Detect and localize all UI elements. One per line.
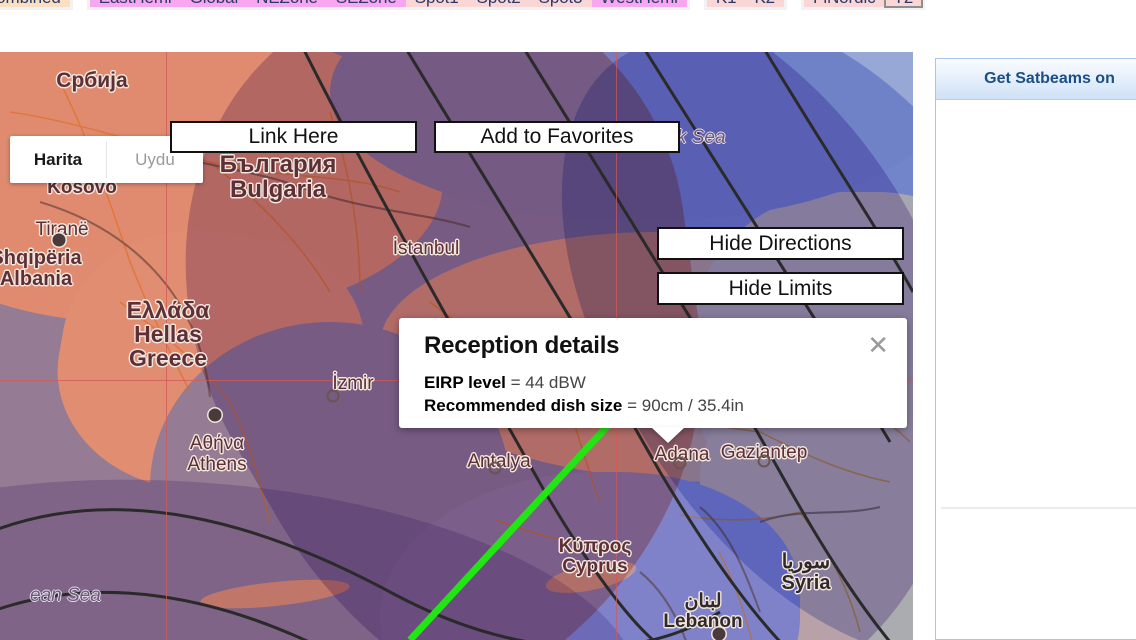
map-label-serbia: Србија — [56, 69, 128, 92]
beam-tab-westhemi[interactable]: WestHemi — [591, 0, 687, 7]
map-label-line: България — [219, 151, 337, 178]
close-icon[interactable]: ✕ — [867, 332, 889, 358]
map-label-bulgaria: България Bulgaria — [219, 151, 337, 204]
dish-size-value: 90cm / 35.4in — [641, 396, 744, 416]
map-label-greece: Ελλάδα Hellas Greece — [126, 297, 210, 372]
group-combined: Combined — [0, 0, 73, 10]
dish-size-label: Recommended dish size — [424, 396, 623, 416]
eirp-level-label: EIRP level — [424, 373, 506, 392]
group-regional: K1K2 — [703, 0, 788, 10]
map-label-line: Greece — [128, 345, 207, 372]
map-viewport[interactable]: KosovaКосовоKosovoБългарияBulgariaShqipë… — [0, 52, 913, 640]
map-label-line: Κύπρος — [558, 536, 632, 557]
map-label-syria: سوريا Syria — [782, 552, 831, 594]
sidebar-divider — [941, 507, 1136, 509]
map-label-line: Ελλάδα — [126, 297, 210, 323]
group-nordic: FiNordicT2 — [801, 0, 926, 10]
map-label-mediterranean-sea: ean Sea — [30, 585, 101, 606]
add-to-favorites-button[interactable]: Add to Favorites — [434, 121, 680, 153]
hide-limits-button[interactable]: Hide Limits — [657, 272, 904, 305]
reception-details-body: EIRP level = 44 dBW Recommended dish siz… — [424, 371, 887, 418]
link-here-button[interactable]: Link Here — [170, 121, 417, 153]
map-label-lebanon: لبنان Lebanon — [663, 592, 742, 632]
map-label-albania: ShqipëriaAlbania — [0, 248, 82, 290]
map-label-line: Bulgaria — [229, 176, 327, 204]
map-label-line: سوريا — [781, 551, 831, 573]
beam-tab-spot3[interactable]: Spot3 — [529, 0, 592, 7]
beam-tab-nezone[interactable]: NEZone — [247, 0, 327, 7]
map-label-line: لبنان — [684, 591, 722, 612]
hide-directions-button[interactable]: Hide Directions — [657, 227, 904, 260]
reception-details-popup: Reception details ✕ EIRP level = 44 dBW … — [399, 318, 907, 443]
beam-tab-t2[interactable]: T2 — [883, 0, 924, 8]
dish-size-row: Recommended dish size = 90cm / 35.4in — [424, 394, 887, 417]
map-label-istanbul: İstanbul — [392, 238, 460, 259]
beam-tab-strip: CombinedEastHemiGlobalNEZoneSEZoneSpot1S… — [0, 0, 1136, 16]
beam-tab-global[interactable]: Global — [180, 0, 248, 7]
map-label-line: Lebanon — [663, 610, 743, 632]
city-dot-adana — [673, 456, 687, 470]
map-label-line: Hellas — [134, 321, 202, 348]
beam-tab-combined[interactable]: Combined — [0, 0, 70, 7]
map-label-line: Shqipëria — [0, 247, 82, 269]
city-dot-antalya — [488, 461, 502, 475]
popup-tail — [651, 427, 685, 443]
map-label-izmir: İzmir — [332, 373, 374, 394]
city-dot-gaziantep — [757, 454, 771, 468]
sidebar-header-title: Get Satbeams on — [984, 70, 1115, 87]
map-label-athens: Αθήνα — [189, 433, 245, 454]
beam-tab-easthemi[interactable]: EastHemi — [89, 0, 181, 7]
app-root: CombinedEastHemiGlobalNEZoneSEZoneSpot1S… — [0, 0, 1136, 640]
map-type-harita-button[interactable]: Harita — [10, 136, 106, 183]
beam-tab-finordic[interactable]: FiNordic — [804, 0, 885, 7]
dish-size-equals: = — [622, 396, 642, 416]
city-dot-beirut — [712, 627, 726, 640]
eirp-level-value: 44 dBW — [525, 373, 586, 392]
reception-details-title: Reception details — [424, 332, 620, 359]
beam-tab-spot1[interactable]: Spot1 — [405, 0, 468, 7]
map-label-line: Cyprus — [562, 555, 628, 577]
group-coverage: EastHemiGlobalNEZoneSEZoneSpot1Spot2Spot… — [86, 0, 690, 10]
city-dot-athens — [208, 408, 222, 422]
beam-tab-k1[interactable]: K1 — [706, 0, 746, 7]
eirp-level-row: EIRP level = 44 dBW — [424, 371, 887, 394]
map-label-line: Syria — [781, 572, 831, 594]
city-dot-tirane — [52, 233, 66, 247]
eirp-level-equals: = — [505, 373, 526, 392]
sidebar-header: Get Satbeams on — [936, 59, 1136, 100]
beam-tab-sezone[interactable]: SEZone — [326, 0, 406, 7]
beam-tab-k2[interactable]: K2 — [745, 0, 785, 7]
city-dot-izmir — [326, 389, 340, 403]
map-label-athens-en: Athens — [187, 454, 247, 475]
beam-tab-spot2[interactable]: Spot2 — [467, 0, 530, 7]
map-label-cyprus: Κύπρος Cyprus — [559, 537, 632, 577]
map-label-line: Albania — [0, 268, 73, 290]
sidebar-body — [936, 100, 1136, 639]
right-sidebar-panel: Get Satbeams on — [935, 58, 1136, 640]
map-label-line: Србија — [56, 69, 128, 92]
